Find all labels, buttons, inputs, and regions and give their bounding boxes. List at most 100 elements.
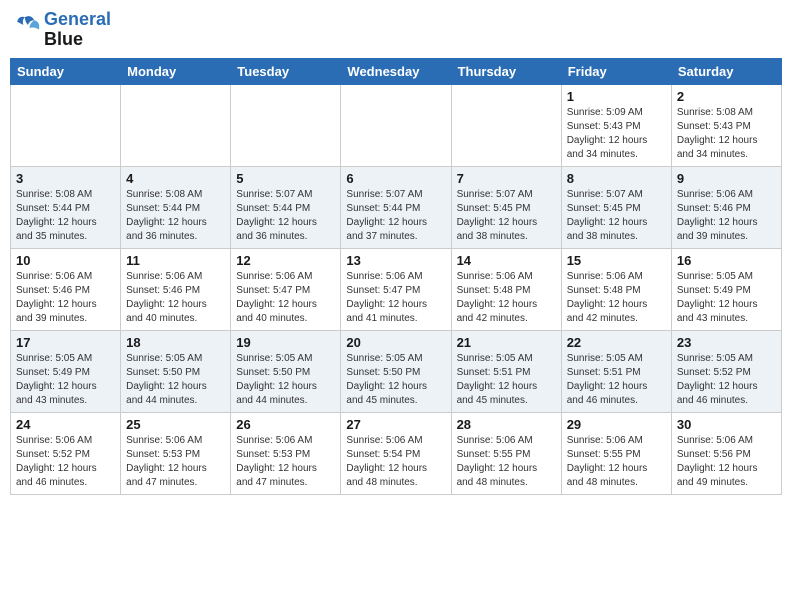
day-number: 7 bbox=[457, 171, 556, 186]
day-cell-7: 7 Sunrise: 5:07 AM Sunset: 5:45 PM Daylig… bbox=[451, 166, 561, 248]
day-info: Sunrise: 5:09 AM Sunset: 5:43 PM Dayligh… bbox=[567, 106, 666, 162]
day-cell-30: 30 Sunrise: 5:06 AM Sunset: 5:56 PM Dayli… bbox=[671, 412, 781, 494]
day-number: 17 bbox=[16, 335, 115, 350]
day-cell-23: 23 Sunrise: 5:05 AM Sunset: 5:52 PM Dayli… bbox=[671, 330, 781, 412]
day-cell-14: 14 Sunrise: 5:06 AM Sunset: 5:48 PM Dayli… bbox=[451, 248, 561, 330]
day-number: 15 bbox=[567, 253, 666, 268]
day-info: Sunrise: 5:07 AM Sunset: 5:45 PM Dayligh… bbox=[567, 188, 666, 244]
day-info: Sunrise: 5:06 AM Sunset: 5:46 PM Dayligh… bbox=[677, 188, 776, 244]
week-row-2: 3 Sunrise: 5:08 AM Sunset: 5:44 PM Daylig… bbox=[11, 166, 782, 248]
day-cell-15: 15 Sunrise: 5:06 AM Sunset: 5:48 PM Dayli… bbox=[561, 248, 671, 330]
day-info: Sunrise: 5:05 AM Sunset: 5:50 PM Dayligh… bbox=[346, 352, 445, 408]
day-cell-26: 26 Sunrise: 5:06 AM Sunset: 5:53 PM Dayli… bbox=[231, 412, 341, 494]
empty-cell bbox=[11, 84, 121, 166]
day-number: 9 bbox=[677, 171, 776, 186]
day-number: 22 bbox=[567, 335, 666, 350]
day-cell-9: 9 Sunrise: 5:06 AM Sunset: 5:46 PM Daylig… bbox=[671, 166, 781, 248]
weekday-thursday: Thursday bbox=[451, 58, 561, 84]
day-cell-8: 8 Sunrise: 5:07 AM Sunset: 5:45 PM Daylig… bbox=[561, 166, 671, 248]
weekday-sunday: Sunday bbox=[11, 58, 121, 84]
day-cell-4: 4 Sunrise: 5:08 AM Sunset: 5:44 PM Daylig… bbox=[121, 166, 231, 248]
day-info: Sunrise: 5:06 AM Sunset: 5:46 PM Dayligh… bbox=[16, 270, 115, 326]
day-number: 2 bbox=[677, 89, 776, 104]
day-number: 16 bbox=[677, 253, 776, 268]
day-number: 25 bbox=[126, 417, 225, 432]
day-cell-22: 22Sunrise: 5:05 AM Sunset: 5:51 PM Dayli… bbox=[561, 330, 671, 412]
empty-cell bbox=[121, 84, 231, 166]
day-cell-21: 21 Sunrise: 5:05 AM Sunset: 5:51 PM Dayli… bbox=[451, 330, 561, 412]
page-header: GeneralBlue bbox=[10, 10, 782, 50]
week-row-5: 24 Sunrise: 5:06 AM Sunset: 5:52 PM Dayli… bbox=[11, 412, 782, 494]
week-row-3: 10 Sunrise: 5:06 AM Sunset: 5:46 PM Dayli… bbox=[11, 248, 782, 330]
calendar-table: SundayMondayTuesdayWednesdayThursdayFrid… bbox=[10, 58, 782, 495]
day-info: Sunrise: 5:06 AM Sunset: 5:48 PM Dayligh… bbox=[457, 270, 556, 326]
day-number: 5 bbox=[236, 171, 335, 186]
day-info: Sunrise: 5:06 AM Sunset: 5:54 PM Dayligh… bbox=[346, 434, 445, 490]
day-number: 23 bbox=[677, 335, 776, 350]
day-cell-29: 29 Sunrise: 5:06 AM Sunset: 5:55 PM Dayli… bbox=[561, 412, 671, 494]
weekday-tuesday: Tuesday bbox=[231, 58, 341, 84]
empty-cell bbox=[231, 84, 341, 166]
day-info: Sunrise: 5:06 AM Sunset: 5:48 PM Dayligh… bbox=[567, 270, 666, 326]
day-info: Sunrise: 5:06 AM Sunset: 5:47 PM Dayligh… bbox=[236, 270, 335, 326]
day-info: Sunrise: 5:05 AM Sunset: 5:51 PM Dayligh… bbox=[457, 352, 556, 408]
day-info: Sunrise: 5:08 AM Sunset: 5:43 PM Dayligh… bbox=[677, 106, 776, 162]
day-number: 27 bbox=[346, 417, 445, 432]
weekday-header-row: SundayMondayTuesdayWednesdayThursdayFrid… bbox=[11, 58, 782, 84]
day-number: 21 bbox=[457, 335, 556, 350]
week-row-1: 1 Sunrise: 5:09 AM Sunset: 5:43 PM Daylig… bbox=[11, 84, 782, 166]
day-info: Sunrise: 5:06 AM Sunset: 5:52 PM Dayligh… bbox=[16, 434, 115, 490]
day-info: Sunrise: 5:06 AM Sunset: 5:55 PM Dayligh… bbox=[457, 434, 556, 490]
day-info: Sunrise: 5:05 AM Sunset: 5:52 PM Dayligh… bbox=[677, 352, 776, 408]
day-number: 8 bbox=[567, 171, 666, 186]
day-cell-19: 19Sunrise: 5:05 AM Sunset: 5:50 PM Dayli… bbox=[231, 330, 341, 412]
day-info: Sunrise: 5:08 AM Sunset: 5:44 PM Dayligh… bbox=[126, 188, 225, 244]
day-number: 24 bbox=[16, 417, 115, 432]
day-number: 19 bbox=[236, 335, 335, 350]
day-cell-18: 18Sunrise: 5:05 AM Sunset: 5:50 PM Dayli… bbox=[121, 330, 231, 412]
day-cell-11: 11Sunrise: 5:06 AM Sunset: 5:46 PM Dayli… bbox=[121, 248, 231, 330]
day-number: 4 bbox=[126, 171, 225, 186]
day-cell-10: 10 Sunrise: 5:06 AM Sunset: 5:46 PM Dayli… bbox=[11, 248, 121, 330]
day-info: Sunrise: 5:06 AM Sunset: 5:53 PM Dayligh… bbox=[236, 434, 335, 490]
day-cell-12: 12 Sunrise: 5:06 AM Sunset: 5:47 PM Dayli… bbox=[231, 248, 341, 330]
day-number: 6 bbox=[346, 171, 445, 186]
weekday-friday: Friday bbox=[561, 58, 671, 84]
day-info: Sunrise: 5:07 AM Sunset: 5:44 PM Dayligh… bbox=[236, 188, 335, 244]
empty-cell bbox=[341, 84, 451, 166]
logo: GeneralBlue bbox=[14, 10, 111, 50]
day-cell-17: 17 Sunrise: 5:05 AM Sunset: 5:49 PM Dayli… bbox=[11, 330, 121, 412]
day-info: Sunrise: 5:07 AM Sunset: 5:44 PM Dayligh… bbox=[346, 188, 445, 244]
day-cell-16: 16 Sunrise: 5:05 AM Sunset: 5:49 PM Dayli… bbox=[671, 248, 781, 330]
weekday-wednesday: Wednesday bbox=[341, 58, 451, 84]
day-cell-5: 5 Sunrise: 5:07 AM Sunset: 5:44 PM Daylig… bbox=[231, 166, 341, 248]
day-info: Sunrise: 5:06 AM Sunset: 5:53 PM Dayligh… bbox=[126, 434, 225, 490]
day-info: Sunrise: 5:06 AM Sunset: 5:47 PM Dayligh… bbox=[346, 270, 445, 326]
weekday-saturday: Saturday bbox=[671, 58, 781, 84]
day-cell-13: 13Sunrise: 5:06 AM Sunset: 5:47 PM Dayli… bbox=[341, 248, 451, 330]
day-cell-27: 27 Sunrise: 5:06 AM Sunset: 5:54 PM Dayli… bbox=[341, 412, 451, 494]
day-info: Sunrise: 5:05 AM Sunset: 5:49 PM Dayligh… bbox=[16, 352, 115, 408]
day-number: 12 bbox=[236, 253, 335, 268]
day-number: 28 bbox=[457, 417, 556, 432]
day-info: Sunrise: 5:07 AM Sunset: 5:45 PM Dayligh… bbox=[457, 188, 556, 244]
day-info: Sunrise: 5:08 AM Sunset: 5:44 PM Dayligh… bbox=[16, 188, 115, 244]
day-number: 26 bbox=[236, 417, 335, 432]
day-cell-20: 20 Sunrise: 5:05 AM Sunset: 5:50 PM Dayli… bbox=[341, 330, 451, 412]
day-number: 3 bbox=[16, 171, 115, 186]
day-info: Sunrise: 5:05 AM Sunset: 5:49 PM Dayligh… bbox=[677, 270, 776, 326]
day-number: 14 bbox=[457, 253, 556, 268]
day-number: 29 bbox=[567, 417, 666, 432]
day-number: 20 bbox=[346, 335, 445, 350]
day-info: Sunrise: 5:06 AM Sunset: 5:55 PM Dayligh… bbox=[567, 434, 666, 490]
logo-text: GeneralBlue bbox=[44, 10, 111, 50]
day-number: 30 bbox=[677, 417, 776, 432]
day-info: Sunrise: 5:06 AM Sunset: 5:56 PM Dayligh… bbox=[677, 434, 776, 490]
day-number: 1 bbox=[567, 89, 666, 104]
day-cell-28: 28 Sunrise: 5:06 AM Sunset: 5:55 PM Dayli… bbox=[451, 412, 561, 494]
day-cell-2: 2 Sunrise: 5:08 AM Sunset: 5:43 PM Daylig… bbox=[671, 84, 781, 166]
day-cell-3: 3 Sunrise: 5:08 AM Sunset: 5:44 PM Daylig… bbox=[11, 166, 121, 248]
day-cell-1: 1 Sunrise: 5:09 AM Sunset: 5:43 PM Daylig… bbox=[561, 84, 671, 166]
logo-icon bbox=[14, 14, 42, 42]
day-number: 10 bbox=[16, 253, 115, 268]
